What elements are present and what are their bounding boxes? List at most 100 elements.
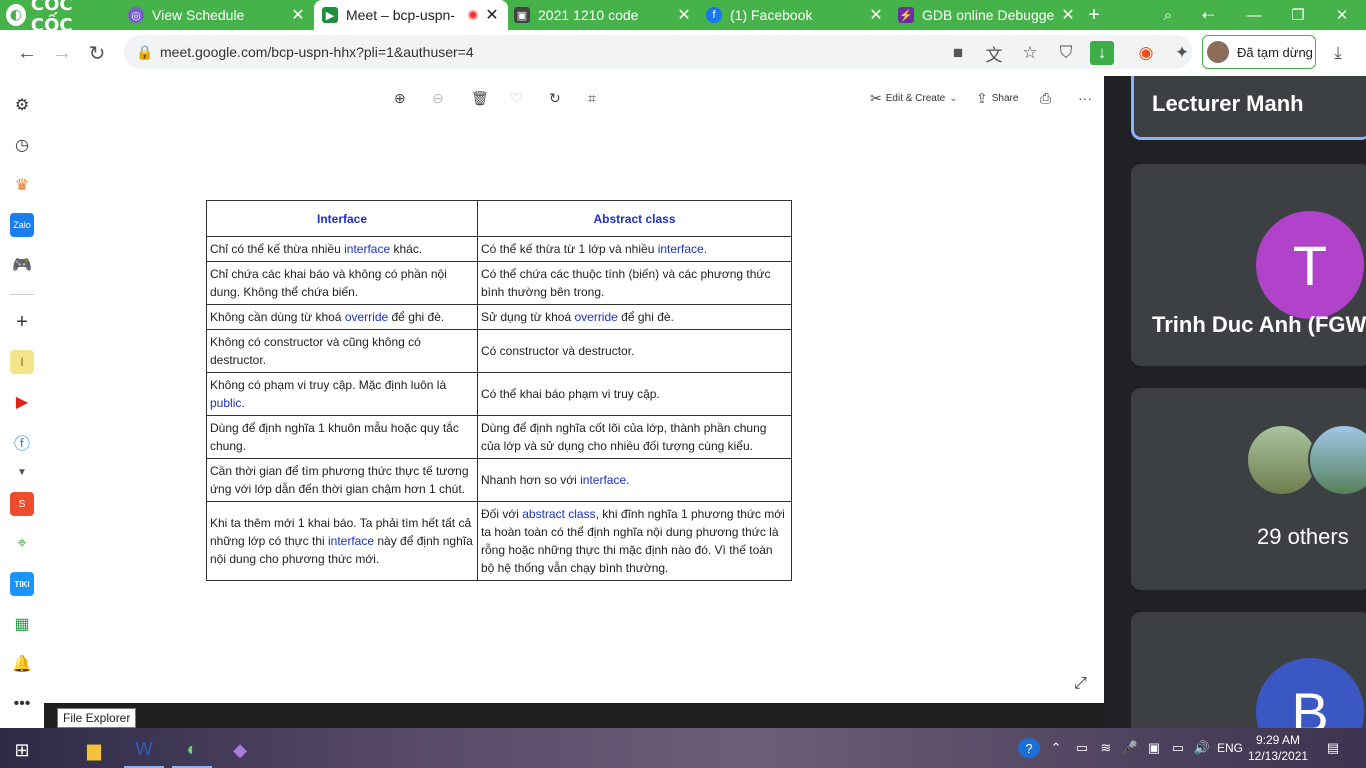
file-explorer-icon[interactable]: ▆: [74, 732, 114, 768]
shopee-icon[interactable]: S: [10, 492, 34, 516]
file-explorer-tooltip: File Explorer: [57, 708, 137, 728]
tiki-icon[interactable]: TIKI: [10, 572, 34, 596]
settings-gear-icon[interactable]: ⚙: [10, 93, 34, 117]
close-tab-icon[interactable]: ✕: [676, 5, 692, 25]
favorite-button[interactable]: ♡: [510, 88, 523, 108]
tab-view-schedule[interactable]: ◎ View Schedule ✕: [120, 0, 314, 30]
minimize-button[interactable]: —: [1234, 0, 1274, 30]
comparison-table: Interface Abstract class Chỉ có thể kế t…: [206, 200, 792, 581]
wifi-icon[interactable]: ≋: [1096, 738, 1116, 758]
browser-toolbar: ← → ↻ 🔒 meet.google.com/bcp-uspn-hhx?pli…: [0, 30, 1366, 76]
camera-icon[interactable]: ■: [946, 41, 970, 65]
tab-code[interactable]: ▣ 2021 1210 code ✕: [506, 0, 700, 30]
delete-icon: 🗑: [471, 89, 489, 106]
others-count: 29 others: [1257, 524, 1349, 549]
windows-start-icon[interactable]: ⊞: [2, 732, 42, 768]
share-icon: ⇪: [976, 89, 988, 106]
shield-icon[interactable]: ⛉: [1054, 41, 1078, 65]
zalo-icon[interactable]: Zalo: [10, 213, 34, 237]
browser-brand[interactable]: ◐ CỐC CỐC: [6, 0, 112, 36]
cell-abstract-class: Sử dụng từ khoá override để ghi đè.: [477, 304, 792, 330]
edit-create-button[interactable]: ✂ Edit & Create ⌄: [870, 88, 958, 108]
display-icon[interactable]: ▣: [1144, 738, 1164, 758]
header-interface: Interface: [206, 200, 478, 237]
microphone-icon[interactable]: 🎤: [1120, 738, 1140, 758]
reload-button[interactable]: ↻: [82, 38, 112, 68]
gdb-icon: ⚡: [898, 7, 914, 23]
header-abstract-class: Abstract class: [477, 200, 792, 237]
close-tab-icon[interactable]: ✕: [868, 5, 884, 25]
participant-tile-others[interactable]: 29 others: [1131, 388, 1366, 590]
notification-bell-icon[interactable]: 🔔: [10, 652, 34, 676]
cell-text: Cần thời gian để tìm phương thức thực tế…: [210, 464, 469, 496]
profile-button[interactable]: Đã tạm dừng: [1202, 35, 1316, 69]
clock[interactable]: 9:29 AM 12/13/2021: [1248, 732, 1308, 764]
game-controller-icon[interactable]: 🎮: [10, 253, 34, 277]
cell-text: Có constructor và destructor.: [481, 344, 635, 358]
tab-meet[interactable]: ▶ Meet – bcp-uspn- ✕: [314, 0, 508, 30]
notes-icon[interactable]: I: [10, 350, 34, 374]
download-green-icon[interactable]: ↓: [1090, 41, 1114, 65]
share-button[interactable]: ⇪ Share: [976, 88, 1018, 108]
coccoc-extension-icon[interactable]: ◉: [1134, 41, 1158, 65]
more-options-button[interactable]: ···: [1078, 88, 1092, 108]
forward-button[interactable]: →: [47, 38, 77, 68]
cell-text: Chỉ có thể kế thừa nhiều: [210, 242, 345, 256]
history-icon[interactable]: ◷: [10, 133, 34, 157]
chevron-up-icon[interactable]: ⌃: [1046, 738, 1066, 758]
clock-time: 9:29 AM: [1255, 733, 1301, 747]
sheets-icon[interactable]: ▦: [10, 612, 34, 636]
coccoc-taskbar-icon[interactable]: ◐: [172, 732, 212, 768]
add-icon[interactable]: +: [10, 310, 34, 334]
cell-abstract-class: Có thể kế thừa từ 1 lớp và nhiều interfa…: [477, 236, 792, 262]
cell-interface: Dùng để định nghĩa 1 khuôn mẫu hoặc quy …: [206, 415, 478, 459]
print-button[interactable]: ⎙: [1040, 88, 1051, 108]
delete-button[interactable]: 🗑: [471, 88, 489, 108]
downloads-icon[interactable]: ⤓: [1326, 41, 1350, 65]
volume-icon[interactable]: 🔊: [1192, 738, 1212, 758]
lock-icon: 🔒: [136, 44, 154, 60]
help-icon[interactable]: ?: [1018, 738, 1040, 758]
crop-button[interactable]: ⌗: [588, 88, 596, 108]
map-pin-icon[interactable]: ⌖: [10, 532, 34, 556]
cell-text: Có thể chứa các thuộc tính (biến) và các…: [481, 267, 771, 299]
rotate-button[interactable]: ↻: [549, 88, 561, 108]
participant-tile-lecturer[interactable]: Lecturer Manh: [1131, 76, 1366, 140]
more-icon[interactable]: •••: [10, 692, 34, 716]
youtube-icon[interactable]: ▶: [10, 390, 34, 414]
tab-gdb[interactable]: ⚡ GDB online Debugge ✕: [890, 0, 1084, 30]
close-tab-icon[interactable]: ✕: [484, 5, 500, 25]
participant-name: Trinh Duc Anh (FGW: [1152, 312, 1366, 337]
visual-studio-icon[interactable]: ◆: [220, 732, 260, 768]
facebook-sidebar-icon[interactable]: ⓕ: [10, 430, 34, 454]
battery-icon[interactable]: ▭: [1168, 738, 1188, 758]
cell-interface: Chỉ có thể kế thừa nhiều interface khác.: [206, 236, 478, 262]
participant-tile-b[interactable]: B: [1131, 612, 1366, 728]
fullscreen-icon[interactable]: ⤢: [1074, 675, 1094, 695]
crown-icon[interactable]: ♛: [10, 173, 34, 197]
maximize-button[interactable]: ❐: [1278, 0, 1318, 30]
translate-icon[interactable]: 文: [982, 41, 1006, 65]
participant-tile-trinh[interactable]: T Trinh Duc Anh (FGW: [1131, 164, 1366, 366]
close-tab-icon[interactable]: ✕: [290, 5, 306, 25]
word-icon[interactable]: W: [124, 732, 164, 768]
zoom-out-button[interactable]: ⊖: [432, 88, 444, 108]
tab-facebook[interactable]: f (1) Facebook ✕: [698, 0, 892, 30]
new-tab-button[interactable]: +: [1074, 0, 1114, 30]
cell-text: .: [626, 473, 630, 487]
chevron-down-icon[interactable]: ▼: [10, 460, 34, 484]
notification-center-icon[interactable]: ▤: [1322, 738, 1344, 758]
close-window-button[interactable]: ✕: [1322, 0, 1362, 30]
back-history-icon[interactable]: ⇠: [1188, 0, 1228, 30]
cell-interface: Không có phạm vi truy cập. Mặc định luôn…: [206, 372, 478, 416]
bookmark-star-icon[interactable]: ☆: [1018, 41, 1042, 65]
language-indicator[interactable]: ENG: [1214, 738, 1246, 758]
zoom-in-button[interactable]: ⊕: [394, 88, 406, 108]
cell-interface: Khi ta thêm mới 1 khai báo. Ta phải tìm …: [206, 501, 478, 581]
camera-tray-icon[interactable]: ▭: [1072, 738, 1092, 758]
cell-text: Nhanh hơn so với: [481, 473, 581, 487]
more-icon: ···: [1078, 90, 1092, 106]
extensions-icon[interactable]: ✦: [1170, 41, 1194, 65]
back-button[interactable]: ←: [12, 38, 42, 68]
tab-search-icon[interactable]: ⌕: [1148, 0, 1188, 30]
